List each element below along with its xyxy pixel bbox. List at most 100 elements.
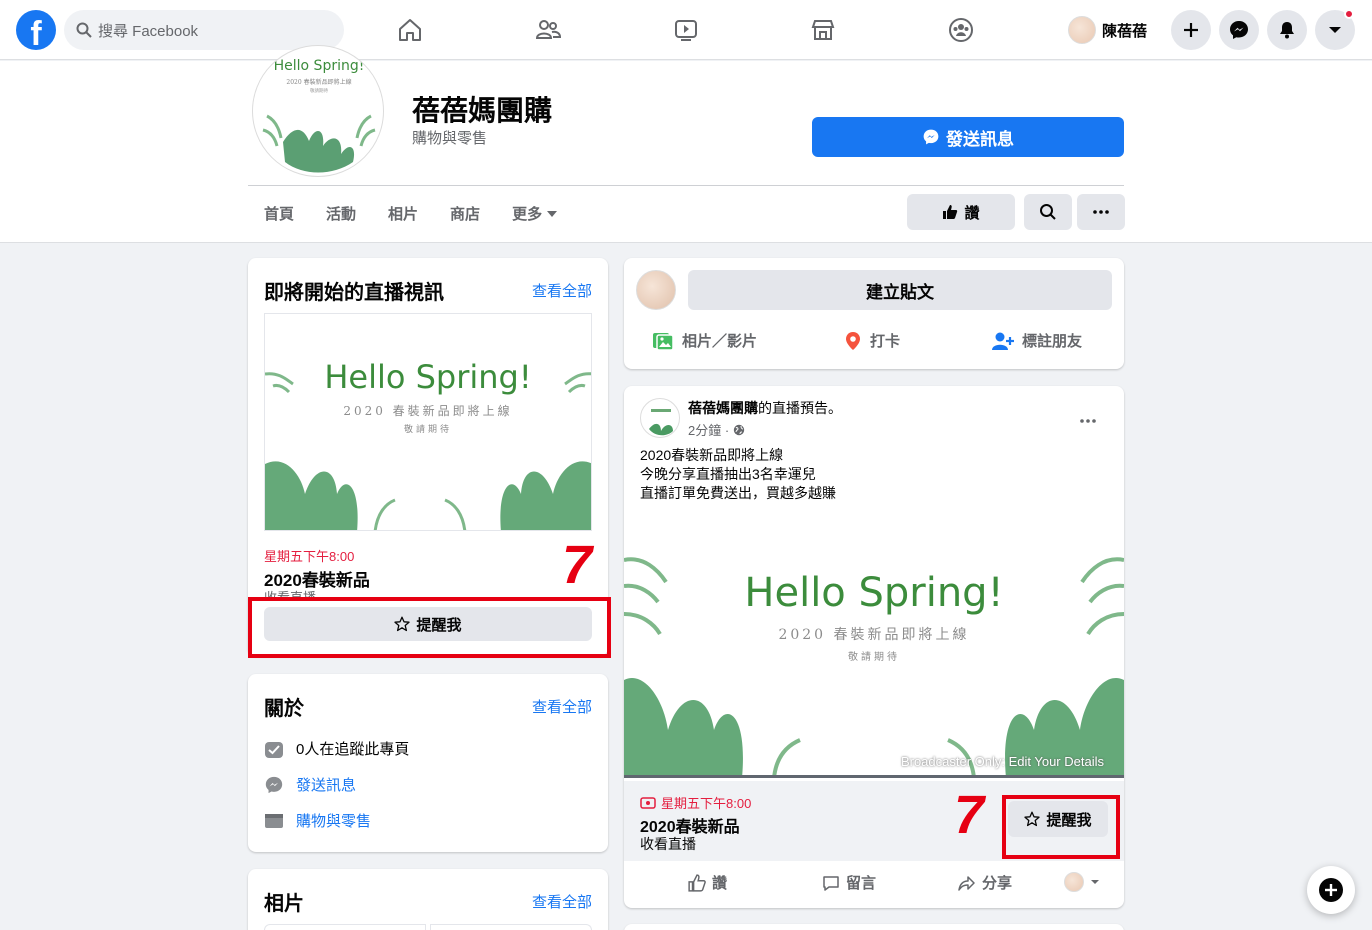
search-page-button[interactable] [1024, 194, 1072, 230]
category-link[interactable]: 購物與零售 [296, 810, 371, 831]
search-input[interactable]: 搜尋 Facebook [64, 10, 344, 50]
viewer-avatar [1064, 872, 1084, 892]
like-label: 讚 [964, 204, 980, 222]
more-horizontal-icon [1093, 210, 1109, 214]
tag-friends-button[interactable]: 標註朋友 [992, 330, 1082, 351]
photo-thumbnail[interactable] [264, 924, 426, 930]
page-header: Hello Spring! 2020 春裝新品即將上線 敬請期待 蓓蓓媽團購 購… [0, 45, 1372, 243]
post-composer-card: 建立貼文 相片／影片 打卡 標註朋友 [624, 258, 1124, 369]
followers-count: 0人在追蹤此專頁 [296, 741, 410, 758]
location-pin-icon [846, 331, 860, 350]
account-menu-button[interactable] [1315, 9, 1355, 50]
more-options-button[interactable] [1077, 194, 1125, 230]
comment-button[interactable]: 留言 [822, 872, 876, 893]
profile-shortcut[interactable]: 陳蓓蓓 [1068, 14, 1147, 46]
caret-down-icon [547, 210, 558, 217]
message-row[interactable]: 發送訊息 [264, 774, 356, 795]
post-options-button[interactable] [1080, 410, 1100, 423]
post-event-subtitle: 收看直播 [640, 836, 696, 852]
notifications-button[interactable] [1267, 10, 1307, 50]
top-navigation-bar: f 搜尋 Facebook 陳蓓蓓 [0, 0, 1372, 60]
messenger-button[interactable] [1219, 10, 1259, 50]
home-icon[interactable] [394, 14, 426, 46]
globe-icon [733, 424, 745, 435]
post-live-banner[interactable]: Hello Spring! 2020 春裝新品即將上線 敬請期待 Broadca… [624, 550, 1124, 778]
like-page-button[interactable]: 讚 [907, 194, 1015, 230]
post-body: 2020春裝新品即將上線 今晚分享直播抽出3名幸運兒 直播訂單免費送出，買越多越… [640, 446, 836, 503]
more-horizontal-icon [1080, 419, 1096, 423]
photos-card: 相片 查看全部 [248, 869, 608, 930]
page-tabs: 首頁 活動 相片 商店 更多 [264, 203, 558, 224]
tab-events[interactable]: 活動 [326, 203, 356, 224]
shop-category-icon [265, 813, 283, 828]
new-message-fab[interactable] [1307, 866, 1355, 914]
send-message-link[interactable]: 發送訊息 [296, 774, 356, 795]
watch-icon[interactable] [670, 14, 702, 46]
photos-see-all-link[interactable]: 查看全部 [532, 891, 592, 912]
tab-more[interactable]: 更多 [512, 203, 558, 224]
post-live-time: 星期五下午8:00 [661, 796, 752, 811]
about-card: 關於 查看全部 0人在追蹤此專頁 發送訊息 購物與零售 [248, 674, 608, 852]
messenger-icon [265, 776, 283, 793]
share-icon [958, 875, 975, 891]
create-post-button[interactable]: 建立貼文 [688, 270, 1112, 310]
post-timestamp[interactable]: 2分鐘 · [688, 420, 729, 439]
post-line: 直播訂單免費送出，買越多越賺 [640, 485, 836, 501]
photo-video-label: 相片／影片 [682, 333, 758, 350]
post-header: 蓓蓓媽團購的直播預告。 [688, 398, 842, 418]
thumbs-up-icon [943, 205, 958, 219]
post-line: 今晚分享直播抽出3名幸運兒 [640, 466, 816, 482]
upcoming-live-time: 星期五下午8:00 [264, 549, 355, 564]
upcoming-see-all-link[interactable]: 查看全部 [532, 280, 592, 301]
post-author-name[interactable]: 蓓蓓媽團購 [688, 400, 758, 416]
groups-icon[interactable] [945, 14, 977, 46]
foliage-decoration [265, 372, 591, 530]
user-avatar [1068, 16, 1096, 44]
tag-friends-icon [992, 332, 1014, 350]
tag-friends-label: 標註朋友 [1022, 333, 1083, 350]
annotation-marker-left: 7 [562, 535, 593, 595]
notification-dot [1344, 9, 1354, 19]
category-row[interactable]: 購物與零售 [264, 810, 371, 831]
search-placeholder: 搜尋 Facebook [98, 22, 199, 40]
about-title: 關於 [264, 698, 304, 720]
photos-title: 相片 [264, 893, 304, 915]
search-icon [76, 22, 92, 38]
live-time-row: 星期五下午8:00 [640, 793, 751, 812]
tab-more-label: 更多 [512, 206, 543, 223]
post-author-avatar[interactable] [640, 398, 680, 438]
followers-row: 0人在追蹤此專頁 [264, 738, 409, 759]
search-icon [1040, 204, 1056, 220]
spring-logo-image: Hello Spring! 2020 春裝新品即將上線 敬請期待 [262, 58, 376, 173]
check-in-button[interactable]: 打卡 [844, 330, 900, 351]
post-action-bar: 讚 留言 分享 [624, 872, 1124, 908]
share-button[interactable]: 分享 [958, 872, 1012, 893]
caret-down-icon [1329, 27, 1341, 33]
like-post-label: 讚 [712, 875, 728, 892]
live-preview-image[interactable]: Hello Spring! 2020 春裝新品即將上線 敬請期待 [264, 313, 592, 531]
facebook-logo[interactable]: f [16, 10, 56, 50]
annotation-highlight-left [248, 597, 611, 658]
comment-label: 留言 [846, 875, 877, 892]
post-meta: 2分鐘 · [688, 420, 745, 439]
friends-icon[interactable] [532, 14, 564, 46]
caret-down-icon [1091, 880, 1099, 884]
page-profile-picture[interactable]: Hello Spring! 2020 春裝新品即將上線 敬請期待 [252, 45, 384, 177]
marketplace-icon[interactable] [807, 14, 839, 46]
page-category[interactable]: 購物與零售 [412, 127, 487, 148]
plus-icon [1184, 23, 1198, 37]
tab-photos[interactable]: 相片 [388, 203, 418, 224]
share-label: 分享 [982, 875, 1013, 892]
post-audience-selector[interactable] [1064, 872, 1100, 892]
create-button[interactable] [1171, 10, 1211, 50]
tab-shop[interactable]: 商店 [450, 203, 480, 224]
tab-home[interactable]: 首頁 [264, 203, 294, 224]
about-see-all-link[interactable]: 查看全部 [532, 696, 592, 717]
photo-thumbnail[interactable] [430, 924, 592, 930]
like-post-button[interactable]: 讚 [688, 872, 727, 893]
photo-video-button[interactable]: 相片／影片 [652, 330, 757, 351]
spring-logo-image [649, 409, 673, 436]
send-message-button[interactable]: 發送訊息 [812, 117, 1124, 157]
page-title: 蓓蓓媽團購 [412, 95, 553, 126]
composer-avatar[interactable] [636, 270, 676, 310]
